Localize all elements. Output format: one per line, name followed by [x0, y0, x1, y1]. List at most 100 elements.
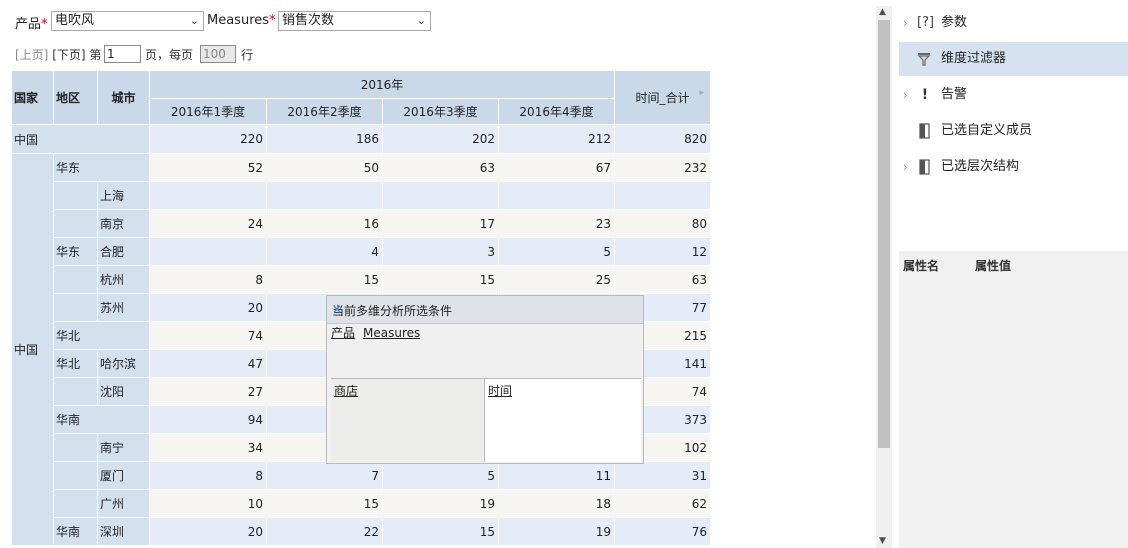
- value-cell: 19: [497, 517, 616, 546]
- value-cell: 15: [382, 265, 499, 294]
- region-cell[interactable]: 华北: [53, 321, 150, 350]
- dialog-titlebar[interactable]: 当前多维分析所选条件 ×: [327, 296, 643, 324]
- dialog-filter-area: 产品 Measures: [331, 324, 641, 378]
- region-cell[interactable]: [53, 489, 98, 518]
- value-cell: 15: [266, 489, 383, 518]
- value-cell: 15: [266, 265, 383, 294]
- table-row: 华南 深圳 20 22 15 19 76: [11, 517, 712, 546]
- scrollbar-thumb[interactable]: [878, 20, 890, 448]
- properties-panel: 属性名 属性值: [899, 251, 1128, 548]
- city-cell[interactable]: 杭州: [97, 265, 150, 294]
- header-year[interactable]: 2016年: [148, 70, 616, 99]
- panel-item-label: 已选层次结构: [941, 159, 1020, 174]
- panel-item-hierarchy[interactable]: › 已选层次结构: [899, 150, 1128, 184]
- value-cell: 8: [149, 461, 267, 490]
- scroll-down-icon[interactable]: ▼: [879, 536, 886, 546]
- region-cell[interactable]: 华东: [53, 153, 150, 182]
- value-cell: 23: [497, 209, 616, 238]
- dialog-item-store[interactable]: 商店: [334, 382, 358, 399]
- region-cell[interactable]: [53, 181, 98, 210]
- city-cell[interactable]: 上海: [97, 181, 150, 210]
- close-icon[interactable]: ×: [332, 302, 638, 316]
- region-cell[interactable]: 华南: [53, 405, 150, 434]
- value-cell: 25: [497, 265, 616, 294]
- region-cell[interactable]: [53, 377, 98, 406]
- header-quarter-1[interactable]: 2016年1季度: [149, 98, 267, 125]
- value-cell: 5: [497, 237, 616, 266]
- measures-label: Measures*: [207, 13, 276, 28]
- chevron-right-icon[interactable]: ›: [903, 6, 908, 40]
- scroll-up-icon[interactable]: ▲: [879, 7, 886, 17]
- value-cell: 47: [149, 349, 267, 378]
- value-cell: 18: [497, 489, 616, 518]
- country-cell[interactable]: 中国: [11, 153, 54, 546]
- panel-item-parameter[interactable]: › [?] 参数: [899, 6, 1128, 40]
- hierarchy-icon: [917, 150, 933, 184]
- panel-item-filter[interactable]: 维度过滤器: [899, 42, 1128, 76]
- city-cell[interactable]: 哈尔滨: [97, 349, 150, 378]
- measures-select[interactable]: 销售次数 ⌄: [278, 11, 431, 31]
- page-number-input[interactable]: 1: [104, 45, 141, 63]
- chevron-right-icon[interactable]: ›: [903, 150, 908, 184]
- dialog-row-area: 商店: [331, 378, 485, 462]
- city-cell[interactable]: 合肥: [97, 237, 150, 266]
- expand-arrow-icon[interactable]: ▸: [700, 88, 705, 98]
- value-cell: 7: [266, 461, 383, 490]
- value-cell: 74: [149, 321, 267, 350]
- per-page-input: 100: [200, 45, 236, 63]
- dialog-item-product[interactable]: 产品: [331, 326, 355, 340]
- value-cell: 34: [149, 433, 267, 462]
- value-cell: 20: [149, 293, 267, 322]
- city-cell[interactable]: 苏州: [97, 293, 150, 322]
- measures-select-value: 销售次数: [282, 13, 335, 28]
- header-region: 地区: [53, 70, 98, 125]
- member-icon: [917, 114, 933, 148]
- region-cell[interactable]: 华东: [53, 237, 98, 266]
- value-cell: [149, 237, 267, 266]
- header-quarter-4[interactable]: 2016年4季度: [497, 98, 616, 125]
- table-row: 杭州 8 15 15 25 63: [11, 265, 712, 294]
- header-quarter-2[interactable]: 2016年2季度: [266, 98, 383, 125]
- dialog-item-measures[interactable]: Measures: [363, 326, 420, 340]
- country-total-cell[interactable]: 中国: [11, 124, 150, 154]
- city-cell[interactable]: 广州: [97, 489, 150, 518]
- city-cell[interactable]: 南宁: [97, 433, 150, 462]
- next-page-link[interactable]: [下页]: [52, 48, 85, 62]
- chevron-right-icon[interactable]: ›: [903, 78, 908, 112]
- selected-conditions-dialog: 当前多维分析所选条件 × 产品 Measures 商店 时间: [326, 295, 644, 464]
- value-cell: 31: [614, 461, 712, 490]
- panel-item-label: 已选自定义成员: [941, 123, 1033, 138]
- city-cell[interactable]: 深圳: [97, 517, 150, 546]
- header-total[interactable]: 时间_合计 ▸: [614, 70, 712, 125]
- property-name-header: 属性名: [903, 259, 940, 273]
- filter-icon: [917, 42, 933, 76]
- panel-item-member[interactable]: 已选自定义成员: [899, 114, 1128, 148]
- measures-required-mark: *: [269, 13, 276, 28]
- value-cell: 232: [614, 153, 712, 182]
- prev-page-link[interactable]: [上页]: [15, 48, 48, 62]
- value-cell: 202: [382, 124, 499, 154]
- header-quarter-3[interactable]: 2016年3季度: [382, 98, 499, 125]
- vertical-scrollbar[interactable]: ▲ ▼: [876, 6, 892, 548]
- value-cell: 220: [149, 124, 267, 154]
- region-cell[interactable]: [53, 461, 98, 490]
- city-cell[interactable]: 厦门: [97, 461, 150, 490]
- city-cell[interactable]: 南京: [97, 209, 150, 238]
- header-city: 城市: [97, 70, 150, 125]
- value-cell: 20: [149, 517, 267, 546]
- panel-item-alert[interactable]: ›! 告警: [899, 78, 1128, 112]
- value-cell: 62: [614, 489, 712, 518]
- city-cell[interactable]: 沈阳: [97, 377, 150, 406]
- value-cell: 19: [382, 489, 499, 518]
- value-cell: [382, 181, 499, 210]
- product-select[interactable]: 电吹风 ⌄: [51, 11, 204, 31]
- table-row-china-total: 中国 220 186 202 212 820: [11, 124, 712, 154]
- region-cell[interactable]: 华南: [53, 517, 98, 546]
- value-cell: 12: [614, 237, 712, 266]
- region-cell[interactable]: [53, 293, 98, 322]
- dialog-item-time[interactable]: 时间: [488, 382, 512, 399]
- region-cell[interactable]: [53, 265, 98, 294]
- region-cell[interactable]: [53, 433, 98, 462]
- region-cell[interactable]: [53, 209, 98, 238]
- region-cell[interactable]: 华北: [53, 349, 98, 378]
